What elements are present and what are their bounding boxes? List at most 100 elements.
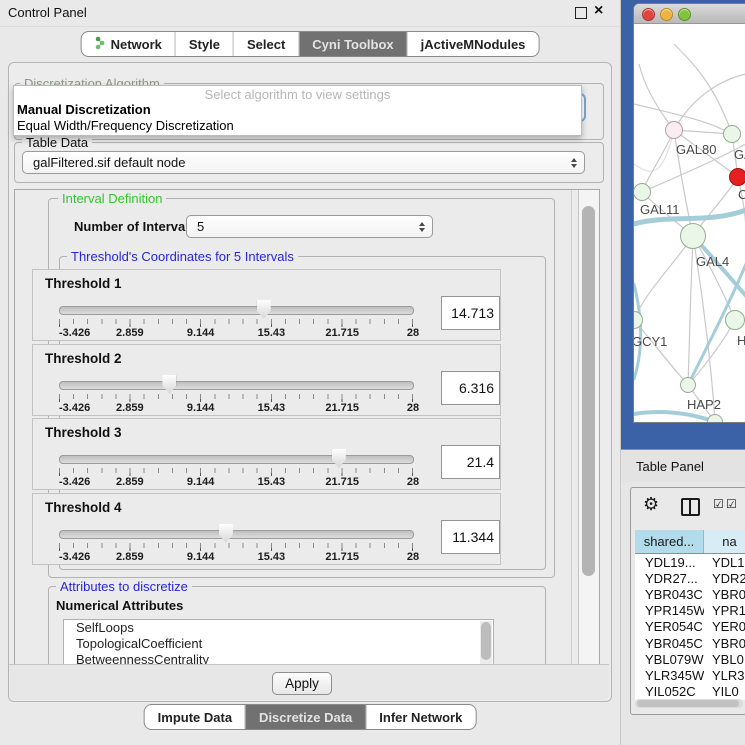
table-row[interactable]: YBR043C YBR0: [635, 586, 745, 602]
tab-jactivemnodules[interactable]: jActiveMNodules: [407, 32, 539, 56]
minimize-traffic-light-icon[interactable]: [660, 8, 673, 21]
slider-thumb[interactable]: [332, 449, 346, 468]
vertical-scrollbar[interactable]: [578, 190, 600, 664]
horizontal-scrollbar[interactable]: [635, 699, 743, 708]
apply-button[interactable]: Apply: [272, 672, 332, 695]
network-node-gal80[interactable]: [665, 121, 683, 139]
tick-label: 28: [407, 402, 419, 414]
cell[interactable]: YPR1: [704, 603, 745, 619]
cell[interactable]: YDR27...: [635, 570, 704, 586]
cell[interactable]: YPR145W: [635, 603, 704, 619]
slider-thumb[interactable]: [162, 375, 176, 394]
cell[interactable]: YBR045C: [635, 635, 704, 651]
number-of-intervals-label: Number of Intervals: [74, 219, 196, 234]
attributes-legend: Attributes to discretize: [56, 579, 192, 594]
table-row[interactable]: YIL052C YIL0: [635, 684, 745, 700]
slider-tick-labels: -3.426 2.859 9.144 15.43 21.715 28: [59, 551, 413, 563]
tick-label: 9.144: [187, 476, 215, 488]
threshold-slider[interactable]: [59, 306, 414, 315]
cell[interactable]: YIL0: [704, 684, 745, 700]
network-node-red[interactable]: [729, 168, 745, 186]
cell[interactable]: YBR043C: [635, 586, 704, 602]
cell[interactable]: YDL19...: [635, 554, 704, 570]
zoom-traffic-light-icon[interactable]: [678, 8, 691, 21]
network-node-hap2[interactable]: [680, 377, 696, 393]
list-scrollbar[interactable]: [480, 621, 492, 665]
thresholds-legend: Threshold's Coordinates for 5 Intervals: [67, 249, 298, 264]
float-window-icon[interactable]: [575, 7, 587, 19]
number-of-intervals-combobox[interactable]: 5: [186, 215, 433, 238]
table-row[interactable]: YPR145W YPR1: [635, 603, 745, 619]
cell[interactable]: YBL079W: [635, 651, 704, 667]
cell[interactable]: YIL052C: [635, 684, 704, 700]
threshold-slider[interactable]: [59, 381, 414, 390]
checkbox-icon[interactable]: ☑: [726, 497, 737, 511]
network-canvas[interactable]: GAL80 GA C GAL11 GAL4 GCY1 H HAP2: [634, 24, 745, 422]
table-row[interactable]: YDL19... YDL1: [635, 554, 745, 570]
cell[interactable]: YER0: [704, 619, 745, 635]
cell[interactable]: YBR0: [704, 586, 745, 602]
list-item[interactable]: TopologicalCoefficient: [64, 636, 493, 652]
table-panel: ⚙ ☑ ☑ shared... na YDL19... YDL1 YDR27..…: [630, 487, 745, 715]
network-node-gal4[interactable]: [680, 223, 706, 249]
table-row[interactable]: YER054C YER0: [635, 619, 745, 635]
tab-select[interactable]: Select: [233, 32, 298, 56]
tab-cyni-toolbox[interactable]: Cyni Toolbox: [298, 32, 406, 56]
table-row[interactable]: YDR27... YDR2: [635, 570, 745, 586]
close-icon[interactable]: ×: [594, 2, 603, 20]
cell[interactable]: YDR2: [704, 570, 745, 586]
close-traffic-light-icon[interactable]: [642, 8, 655, 21]
table-data-combobox[interactable]: galFiltered.sif default node: [22, 151, 585, 174]
threshold-slider[interactable]: [59, 455, 414, 464]
cell[interactable]: YLR3: [704, 667, 745, 683]
numerical-attributes-list[interactable]: SelfLoops TopologicalCoefficient Between…: [63, 619, 494, 665]
node-label: GAL11: [640, 202, 680, 217]
scrollbar-thumb[interactable]: [582, 206, 595, 576]
tab-style[interactable]: Style: [175, 32, 233, 56]
gear-icon[interactable]: ⚙: [643, 494, 659, 515]
table-row[interactable]: YBR045C YBR0: [635, 635, 745, 651]
threshold-value-field[interactable]: 11.344: [441, 520, 500, 554]
cell[interactable]: YER054C: [635, 619, 704, 635]
tick-label: -3.426: [59, 476, 90, 488]
threshold-value-field[interactable]: 21.4: [441, 445, 500, 479]
network-window-titlebar[interactable]: [634, 4, 745, 24]
cell[interactable]: YBR0: [704, 635, 745, 651]
tick-label: 28: [407, 327, 419, 339]
network-node-h[interactable]: [725, 310, 745, 330]
cell[interactable]: YBL0: [704, 651, 745, 667]
scrollbar-thumb[interactable]: [637, 700, 739, 707]
cell[interactable]: YLR345W: [635, 667, 704, 683]
algorithm-option-equal-width[interactable]: Equal Width/Frequency Discretization: [17, 118, 234, 133]
slider-thumb[interactable]: [219, 524, 233, 543]
algorithm-option-manual[interactable]: Manual Discretization: [17, 102, 151, 117]
table-row[interactable]: YBL079W YBL0: [635, 651, 745, 667]
scrollbar-thumb[interactable]: [481, 622, 491, 660]
network-node[interactable]: [723, 125, 741, 143]
table-panel-titlebar: Table Panel: [621, 449, 745, 482]
columns-icon[interactable]: [681, 498, 700, 516]
table-row[interactable]: YLR345W YLR3: [635, 667, 745, 683]
tab-network[interactable]: Network: [82, 32, 175, 56]
cell[interactable]: YDL1: [704, 554, 745, 570]
column-header[interactable]: shared...: [635, 530, 704, 553]
tab-impute-data[interactable]: Impute Data: [145, 705, 245, 729]
algorithm-popup-hint: Select algorithm to view settings: [14, 87, 581, 102]
threshold-value-field[interactable]: 6.316: [441, 371, 500, 405]
slider-ticks: [59, 319, 413, 324]
tick-label: 15.43: [258, 476, 286, 488]
panel-title: Control Panel: [8, 5, 87, 20]
tab-label: Style: [189, 37, 220, 52]
number-of-intervals-value: 5: [197, 219, 204, 234]
checkbox-icon[interactable]: ☑: [713, 497, 724, 511]
slider-thumb[interactable]: [257, 300, 271, 319]
tab-discretize-data[interactable]: Discretize Data: [245, 705, 365, 729]
column-header[interactable]: na: [704, 530, 745, 553]
threshold-value-field[interactable]: 14.713: [441, 296, 500, 330]
tab-infer-network[interactable]: Infer Network: [365, 705, 475, 729]
list-item[interactable]: SelfLoops: [64, 620, 493, 636]
tab-label: Impute Data: [158, 710, 232, 725]
threshold-slider[interactable]: [59, 530, 414, 539]
tick-label: 2.859: [116, 402, 144, 414]
slider-tick-labels: -3.426 2.859 9.144 15.43 21.715 28: [59, 327, 413, 339]
